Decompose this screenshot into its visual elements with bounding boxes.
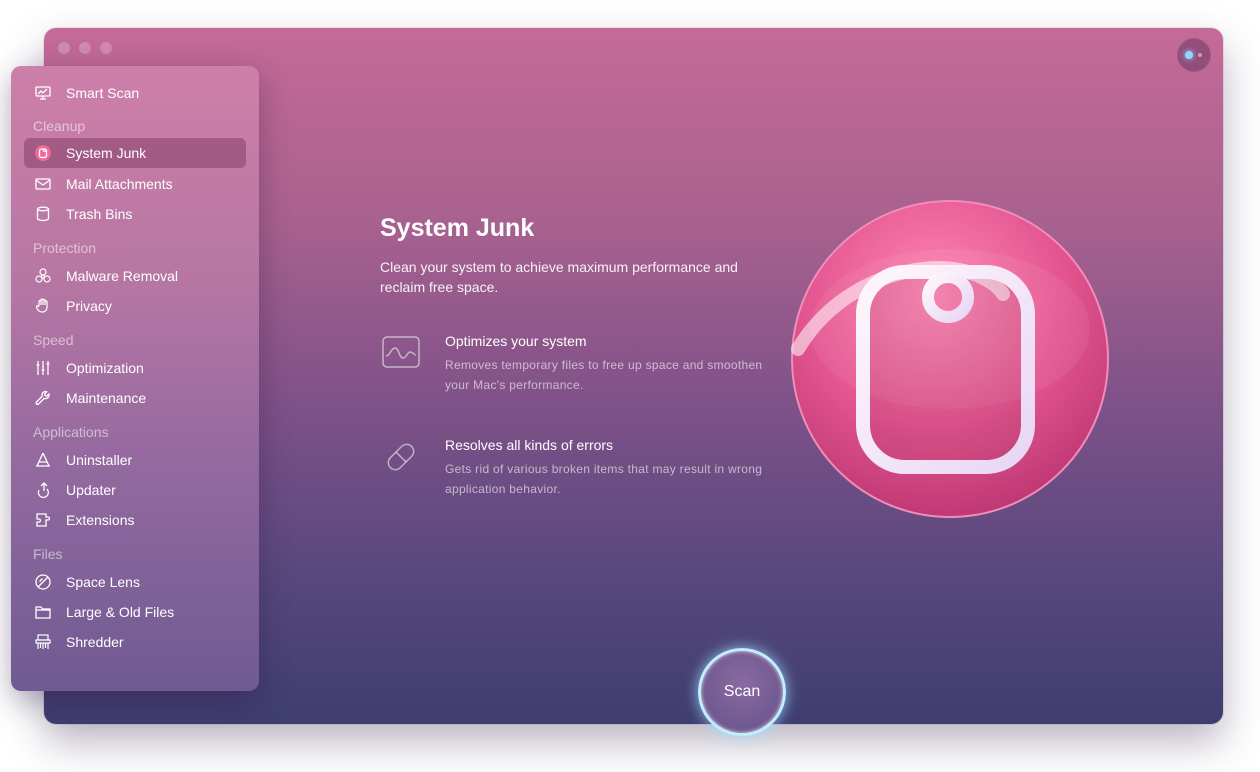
section-header-speed: Speed <box>33 332 74 348</box>
feature-title: Resolves all kinds of errors <box>445 437 614 453</box>
sidebar-item-label: Extensions <box>66 512 135 528</box>
extensions-icon <box>33 510 53 530</box>
page-description: Clean your system to achieve maximum per… <box>380 259 738 295</box>
sidebar-item-label: Maintenance <box>66 390 147 406</box>
sidebar-item-shredder[interactable]: Shredder <box>24 627 246 657</box>
sidebar-item-label: Trash Bins <box>66 206 133 222</box>
sidebar-item-uninstaller[interactable]: Uninstaller <box>24 445 246 475</box>
sidebar-item-privacy[interactable]: Privacy <box>24 291 246 321</box>
sidebar-item-optimization[interactable]: Optimization <box>24 353 246 383</box>
sidebar-item-label: System Junk <box>66 145 147 161</box>
assistant-icon <box>1185 51 1193 59</box>
system-junk-icon <box>33 143 53 163</box>
close-button[interactable] <box>58 42 70 54</box>
window-controls <box>58 42 112 54</box>
sidebar-item-space-lens[interactable]: Space Lens <box>24 567 246 597</box>
sidebar-item-system-junk[interactable]: System Junk <box>24 138 246 168</box>
trash-icon <box>33 204 53 224</box>
hand-icon <box>33 296 53 316</box>
sidebar-item-label: Shredder <box>66 634 124 650</box>
sidebar-item-maintenance[interactable]: Maintenance <box>24 383 246 413</box>
sidebar-item-label: Uninstaller <box>66 452 133 468</box>
wrench-icon <box>33 388 53 408</box>
sidebar: Smart Scan Cleanup System Junk Mail Atta… <box>11 66 259 691</box>
uninstaller-icon <box>33 450 53 470</box>
sidebar-item-trash-bins[interactable]: Trash Bins <box>24 199 246 229</box>
shredder-icon <box>33 632 53 652</box>
sidebar-item-label: Privacy <box>66 298 112 314</box>
sidebar-item-label: Updater <box>66 482 116 498</box>
biohazard-icon <box>33 266 53 286</box>
sidebar-item-label: Malware Removal <box>66 268 179 284</box>
monitor-icon <box>33 83 53 103</box>
section-header-applications: Applications <box>33 424 109 440</box>
monitor-wave-icon <box>380 333 422 375</box>
sidebar-item-label: Space Lens <box>66 574 140 590</box>
feature-title: Optimizes your system <box>445 333 587 349</box>
minimize-button[interactable] <box>79 42 91 54</box>
folder-icon <box>33 602 53 622</box>
sidebar-item-label: Large & Old Files <box>66 604 175 620</box>
scan-button-label: Scan <box>723 683 761 700</box>
assistant-button[interactable] <box>1177 38 1211 72</box>
sidebar-item-large-old-files[interactable]: Large & Old Files <box>24 597 246 627</box>
envelope-icon <box>33 174 53 194</box>
section-header-cleanup: Cleanup <box>33 118 86 134</box>
space-lens-icon <box>33 572 53 592</box>
system-junk-hero-icon <box>790 199 1110 519</box>
sidebar-item-updater[interactable]: Updater <box>24 475 246 505</box>
scan-button[interactable]: Scan <box>698 648 786 736</box>
sidebar-item-label: Smart Scan <box>66 85 140 101</box>
section-header-files: Files <box>33 546 63 562</box>
feature-description: Removes temporary files to free up space… <box>445 358 763 392</box>
feature-description: Gets rid of various broken items that ma… <box>445 462 763 496</box>
sliders-icon <box>33 358 53 378</box>
update-arrow-icon <box>33 480 53 500</box>
sidebar-item-mail-attachments[interactable]: Mail Attachments <box>24 169 246 199</box>
section-header-protection: Protection <box>33 240 97 256</box>
sidebar-item-extensions[interactable]: Extensions <box>24 505 246 535</box>
sidebar-item-malware-removal[interactable]: Malware Removal <box>24 261 246 291</box>
assistant-dot-icon <box>1198 53 1202 57</box>
sidebar-item-smart-scan[interactable]: Smart Scan <box>24 78 246 108</box>
zoom-button[interactable] <box>100 42 112 54</box>
sidebar-item-label: Mail Attachments <box>66 176 173 192</box>
sidebar-item-label: Optimization <box>66 360 144 376</box>
page-title: System Junk <box>380 214 535 242</box>
pill-icon <box>380 436 422 478</box>
